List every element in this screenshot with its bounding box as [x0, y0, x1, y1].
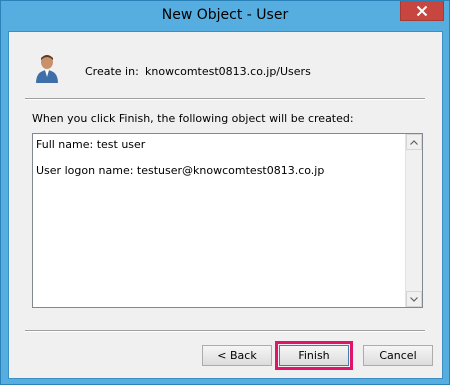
- title-bar[interactable]: New Object - User: [1, 1, 449, 31]
- dialog-window: New Object - User Create in: knowcomtest…: [0, 0, 450, 385]
- finish-button[interactable]: Finish: [275, 341, 353, 370]
- chevron-down-icon: [410, 296, 418, 302]
- create-in-label: Create in:: [85, 65, 139, 78]
- window-title: New Object - User: [161, 7, 289, 23]
- logon-name-line: User logon name: testuser@knowcomtest081…: [36, 164, 325, 177]
- scroll-up-button[interactable]: [406, 134, 422, 150]
- dialog-client: Create in: knowcomtest0813.co.jp/Users W…: [8, 31, 443, 379]
- back-button[interactable]: < Back: [202, 345, 272, 366]
- description-text: When you click Finish, the following obj…: [32, 112, 354, 125]
- vertical-scrollbar[interactable]: [405, 134, 422, 307]
- cancel-button[interactable]: Cancel: [363, 345, 433, 366]
- full-name-line: Full name: test user: [36, 138, 146, 151]
- summary-textbox[interactable]: Full name: test user User logon name: te…: [32, 133, 423, 308]
- scroll-down-button[interactable]: [406, 291, 422, 307]
- close-icon: [416, 5, 428, 16]
- close-button[interactable]: [400, 1, 444, 21]
- create-in-path: knowcomtest0813.co.jp/Users: [145, 65, 311, 78]
- bottom-separator: [25, 330, 425, 332]
- chevron-up-icon: [410, 139, 418, 145]
- top-separator: [25, 98, 425, 100]
- user-icon: [36, 55, 58, 83]
